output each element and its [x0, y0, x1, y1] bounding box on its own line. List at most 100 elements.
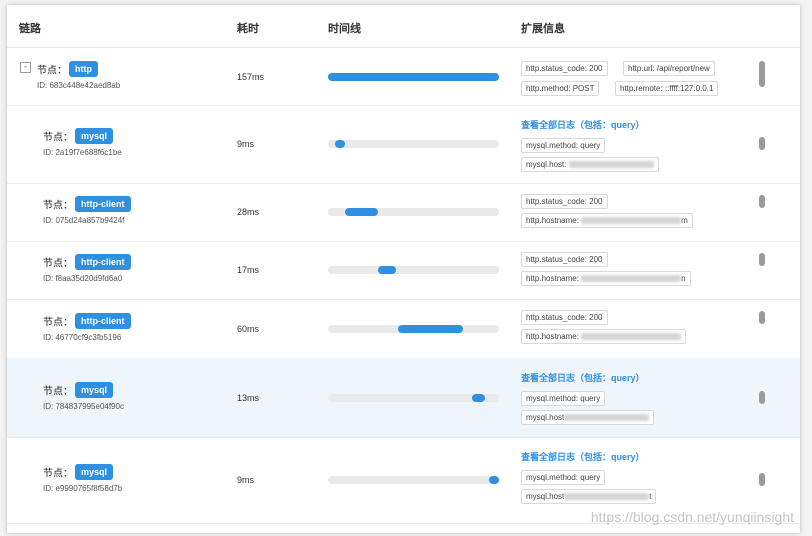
- node-label: 节点： http: [37, 60, 98, 77]
- header-chain: 链路: [19, 23, 41, 35]
- node-type-badge: http-client: [75, 312, 131, 329]
- ext-info-tag: http.hostname:: [521, 329, 687, 344]
- ext-info-tag: mysql.method: query: [521, 391, 606, 406]
- duration-value: 17ms: [237, 265, 260, 275]
- ext-info-tag: http.hostname: m: [521, 213, 693, 228]
- ext-info-text-suffix: t: [649, 492, 652, 501]
- ext-info-text: http.remote: ::ffff:127.0.0.1: [620, 84, 714, 93]
- ext-info-text: http.status_code: 200: [526, 64, 603, 73]
- ext-info-text: http.method: POST: [526, 84, 595, 93]
- row-scrollbar[interactable]: [759, 390, 765, 404]
- header-ext-info: 扩展信息: [521, 23, 565, 35]
- node-id: ID: 075d24a857b9424f: [43, 216, 125, 225]
- ext-info-tag: http.method: POST: [521, 81, 600, 96]
- ext-info-tag: http.hostname: n: [521, 271, 691, 286]
- table-row[interactable]: 节点： http-client ID: 46770cf9c3fb5196 60ms ht…: [7, 299, 800, 359]
- node-prefix: 节点：: [43, 200, 73, 212]
- ext-info-text: mysql.method: query: [526, 473, 601, 482]
- node-prefix: 节点：: [43, 258, 73, 270]
- ext-info-tag: mysql.host: [521, 410, 655, 425]
- duration-value: 28ms: [237, 207, 260, 217]
- node-type-badge: mysql: [75, 381, 114, 398]
- collapse-toggle[interactable]: -: [20, 62, 31, 73]
- timeline-bar[interactable]: [398, 324, 464, 333]
- view-all-logs-link[interactable]: 查看全部日志（包括：query）: [521, 118, 645, 131]
- ext-info-text: mysql.method: query: [526, 394, 601, 403]
- duration-value: 157ms: [237, 71, 265, 82]
- timeline-track: [328, 266, 499, 274]
- redacted-value: [581, 275, 682, 283]
- node-id: ID: e9990765f8f58d7b: [43, 484, 123, 493]
- timeline-track: [328, 140, 499, 148]
- ext-info-tag: http.url: /api/report/new: [623, 61, 715, 76]
- timeline-track: [328, 393, 499, 402]
- redacted-value: [564, 414, 650, 422]
- ext-info-text: http.status_code: 200: [526, 197, 603, 206]
- row-scrollbar[interactable]: [759, 195, 765, 208]
- node-prefix: 节点：: [43, 386, 73, 397]
- timeline-bar[interactable]: [345, 208, 378, 216]
- ext-info-tag: mysql.host t: [521, 489, 657, 504]
- node-prefix: 节点：: [37, 65, 67, 76]
- node-type-badge: mysql: [75, 128, 114, 144]
- ext-info-tag: mysql.host:: [521, 157, 659, 172]
- duration-value: 13ms: [237, 392, 260, 403]
- redacted-value: [564, 493, 650, 501]
- view-all-logs-link[interactable]: 查看全部日志（包括：query）: [521, 450, 645, 463]
- table-row[interactable]: 节点： http-client ID: 075d24a857b9424f 28ms ht…: [7, 183, 800, 242]
- duration-value: 60ms: [237, 323, 260, 334]
- row-scrollbar[interactable]: [759, 253, 765, 266]
- duration-value: 9ms: [237, 139, 255, 149]
- ext-info-text: mysql.method: query: [526, 141, 601, 150]
- node-label: 节点： mysql: [43, 381, 114, 398]
- table-row[interactable]: - 节点： http ID: 683c448e42aed8ab 157ms http.st…: [7, 48, 800, 106]
- ext-info-text: http.status_code: 200: [526, 255, 603, 264]
- node-type-badge: http: [69, 60, 98, 77]
- row-scrollbar[interactable]: [759, 473, 765, 486]
- table-row[interactable]: 节点： mysql ID: 2a19f7e688f6c1be 9ms 查看全部日志（包括…: [7, 105, 800, 184]
- ext-info-tag: mysql.method: query: [521, 470, 606, 485]
- redacted-value: [568, 161, 654, 169]
- redacted-value: [581, 333, 682, 341]
- node-id: ID: 784837995e04f90c: [43, 401, 124, 411]
- timeline-bar[interactable]: [471, 393, 486, 402]
- table-row[interactable]: 节点： mysql ID: 784837995e04f90c 13ms 查看全部日志（包…: [7, 358, 800, 438]
- table-row[interactable]: 节点： http-client ID: f8aa35d20d9fd6a0 17ms ht…: [7, 241, 800, 300]
- ext-info-tag: http.status_code: 200: [521, 252, 608, 267]
- row-scrollbar[interactable]: [759, 311, 765, 324]
- timeline-track: [328, 208, 499, 216]
- node-label: 节点： mysql: [43, 128, 114, 144]
- ext-info-text: http.url: /api/report/new: [628, 64, 710, 73]
- node-prefix: 节点：: [43, 468, 73, 480]
- node-id: ID: 683c448e42aed8ab: [37, 80, 121, 90]
- timeline-track: [328, 72, 499, 81]
- node-prefix: 节点：: [43, 132, 73, 144]
- node-prefix: 节点：: [43, 317, 73, 328]
- ext-info-text: mysql.host:: [526, 160, 569, 169]
- row-scrollbar[interactable]: [759, 61, 765, 87]
- node-label: 节点： http-client: [43, 196, 131, 212]
- view-all-logs-link[interactable]: 查看全部日志（包括：query）: [521, 371, 645, 384]
- header-duration: 耗时: [237, 23, 259, 35]
- timeline-bar[interactable]: [377, 266, 397, 274]
- ext-info-text: mysql.host: [526, 492, 565, 501]
- timeline-track: [328, 476, 499, 484]
- ext-info-tag: mysql.method: query: [521, 138, 606, 153]
- node-type-badge: http-client: [75, 254, 131, 270]
- ext-info-text-suffix: m: [681, 216, 688, 225]
- timeline-bar[interactable]: [328, 72, 499, 81]
- ext-info-text: http.hostname:: [526, 216, 582, 225]
- timeline-track: [328, 324, 499, 333]
- redacted-value: [581, 217, 682, 225]
- table-header: 链路 耗时 时间线 扩展信息: [7, 5, 800, 48]
- node-label: 节点： http-client: [43, 254, 131, 270]
- row-scrollbar[interactable]: [759, 137, 765, 150]
- duration-value: 9ms: [237, 475, 255, 485]
- node-type-badge: mysql: [75, 464, 114, 480]
- ext-info-text-suffix: n: [681, 274, 686, 283]
- ext-info-text: mysql.host: [526, 413, 565, 422]
- ext-info-text: http.status_code: 200: [526, 313, 603, 322]
- watermark: https://blog.csdn.net/yunqiinsight: [590, 509, 794, 525]
- timeline-bar[interactable]: [334, 140, 346, 148]
- timeline-bar[interactable]: [488, 476, 499, 484]
